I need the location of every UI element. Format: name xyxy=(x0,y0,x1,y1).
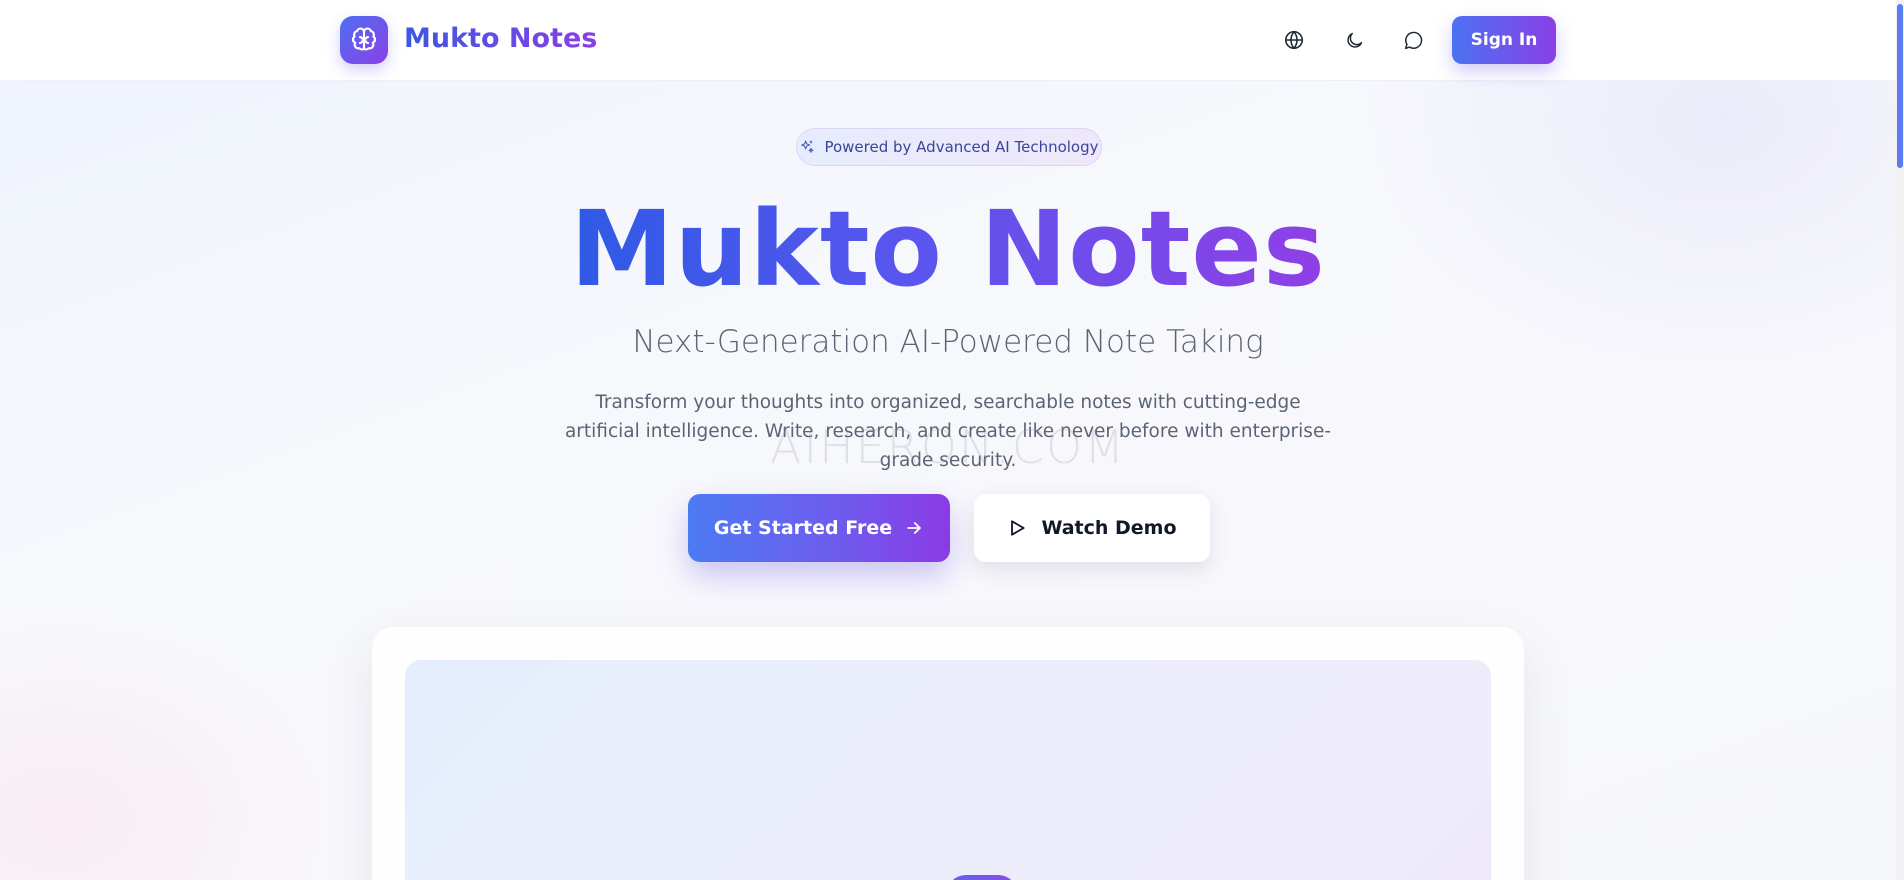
chat-bubble-icon xyxy=(1404,31,1422,49)
moon-icon xyxy=(1346,32,1362,48)
badge-text: Powered by Advanced AI Technology xyxy=(824,138,1099,156)
page-scrollbar[interactable] xyxy=(1896,0,1904,880)
globe-icon xyxy=(1284,30,1304,50)
theme-toggle-button[interactable] xyxy=(1338,24,1370,56)
hero-title-text: Mukto Notes xyxy=(570,188,1326,310)
chat-button[interactable] xyxy=(1397,24,1429,56)
sparkles-icon xyxy=(801,140,815,153)
watch-demo-label: Watch Demo xyxy=(1041,517,1177,539)
preview-play-control[interactable] xyxy=(946,875,1018,880)
arrow-right-icon xyxy=(907,522,921,534)
brand-name[interactable]: Mukto Notes xyxy=(404,23,597,54)
top-navigation-bar: Mukto Notes Sign In xyxy=(0,0,1896,81)
ai-badge: Powered by Advanced AI Technology xyxy=(796,128,1102,166)
get-started-button[interactable]: Get Started Free xyxy=(688,494,950,562)
hero-subtitle: Next-Generation AI-Powered Note Taking xyxy=(632,324,1264,360)
language-button[interactable] xyxy=(1278,24,1310,56)
brain-icon xyxy=(351,27,377,51)
app-preview-screen xyxy=(405,660,1491,880)
brand-logo[interactable] xyxy=(340,16,388,64)
watermark-text: AIHERON.COM xyxy=(770,420,1126,474)
watch-demo-button[interactable]: Watch Demo xyxy=(974,494,1210,562)
app-preview-card xyxy=(372,627,1524,880)
get-started-label: Get Started Free xyxy=(713,517,893,539)
scrollbar-thumb[interactable] xyxy=(1897,4,1903,168)
hero-title: Mukto Notes xyxy=(0,188,1896,310)
sign-in-button[interactable]: Sign In xyxy=(1452,16,1556,64)
play-icon xyxy=(1011,520,1026,536)
